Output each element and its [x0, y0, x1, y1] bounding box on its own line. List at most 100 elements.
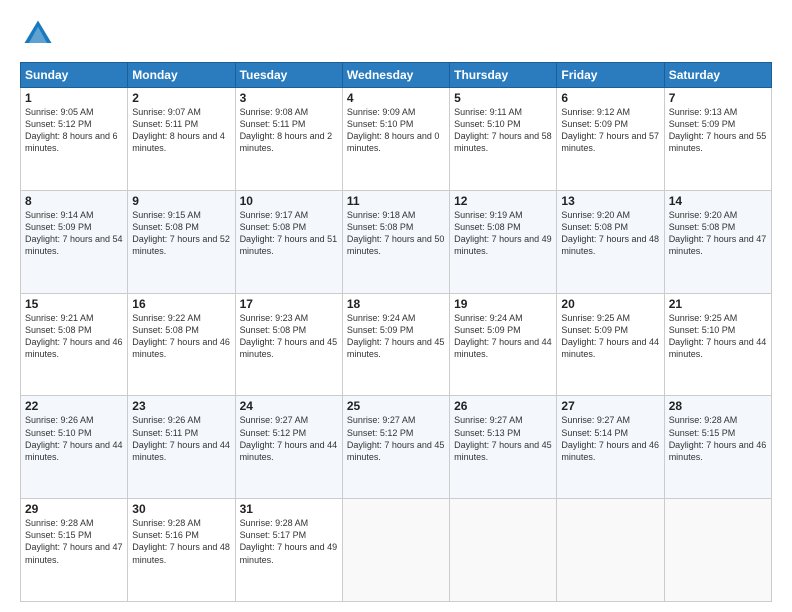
calendar-cell: 25Sunrise: 9:27 AMSunset: 5:12 PMDayligh… — [342, 396, 449, 499]
cell-info: Sunrise: 9:09 AMSunset: 5:10 PMDaylight:… — [347, 106, 445, 155]
day-number: 12 — [454, 194, 552, 208]
calendar-cell: 26Sunrise: 9:27 AMSunset: 5:13 PMDayligh… — [450, 396, 557, 499]
day-number: 25 — [347, 399, 445, 413]
calendar-cell — [450, 499, 557, 602]
calendar-cell: 11Sunrise: 9:18 AMSunset: 5:08 PMDayligh… — [342, 190, 449, 293]
calendar-cell: 9Sunrise: 9:15 AMSunset: 5:08 PMDaylight… — [128, 190, 235, 293]
cell-info: Sunrise: 9:20 AMSunset: 5:08 PMDaylight:… — [561, 209, 659, 258]
day-number: 19 — [454, 297, 552, 311]
day-number: 5 — [454, 91, 552, 105]
day-number: 26 — [454, 399, 552, 413]
day-number: 29 — [25, 502, 123, 516]
day-number: 4 — [347, 91, 445, 105]
day-number: 28 — [669, 399, 767, 413]
cell-info: Sunrise: 9:27 AMSunset: 5:13 PMDaylight:… — [454, 414, 552, 463]
cell-info: Sunrise: 9:05 AMSunset: 5:12 PMDaylight:… — [25, 106, 123, 155]
day-number: 21 — [669, 297, 767, 311]
cell-info: Sunrise: 9:17 AMSunset: 5:08 PMDaylight:… — [240, 209, 338, 258]
cell-info: Sunrise: 9:13 AMSunset: 5:09 PMDaylight:… — [669, 106, 767, 155]
cell-info: Sunrise: 9:24 AMSunset: 5:09 PMDaylight:… — [454, 312, 552, 361]
cell-info: Sunrise: 9:26 AMSunset: 5:11 PMDaylight:… — [132, 414, 230, 463]
cell-info: Sunrise: 9:21 AMSunset: 5:08 PMDaylight:… — [25, 312, 123, 361]
cell-info: Sunrise: 9:27 AMSunset: 5:14 PMDaylight:… — [561, 414, 659, 463]
day-number: 30 — [132, 502, 230, 516]
cell-info: Sunrise: 9:08 AMSunset: 5:11 PMDaylight:… — [240, 106, 338, 155]
calendar-cell: 29Sunrise: 9:28 AMSunset: 5:15 PMDayligh… — [21, 499, 128, 602]
page: SundayMondayTuesdayWednesdayThursdayFrid… — [0, 0, 792, 612]
calendar-cell: 17Sunrise: 9:23 AMSunset: 5:08 PMDayligh… — [235, 293, 342, 396]
cell-info: Sunrise: 9:28 AMSunset: 5:15 PMDaylight:… — [25, 517, 123, 566]
day-number: 16 — [132, 297, 230, 311]
week-row-2: 8Sunrise: 9:14 AMSunset: 5:09 PMDaylight… — [21, 190, 772, 293]
cell-info: Sunrise: 9:07 AMSunset: 5:11 PMDaylight:… — [132, 106, 230, 155]
day-number: 8 — [25, 194, 123, 208]
cell-info: Sunrise: 9:28 AMSunset: 5:17 PMDaylight:… — [240, 517, 338, 566]
day-number: 23 — [132, 399, 230, 413]
calendar-cell: 7Sunrise: 9:13 AMSunset: 5:09 PMDaylight… — [664, 88, 771, 191]
calendar-header-row: SundayMondayTuesdayWednesdayThursdayFrid… — [21, 63, 772, 88]
col-header-monday: Monday — [128, 63, 235, 88]
calendar-cell: 27Sunrise: 9:27 AMSunset: 5:14 PMDayligh… — [557, 396, 664, 499]
day-number: 22 — [25, 399, 123, 413]
day-number: 14 — [669, 194, 767, 208]
cell-info: Sunrise: 9:19 AMSunset: 5:08 PMDaylight:… — [454, 209, 552, 258]
cell-info: Sunrise: 9:23 AMSunset: 5:08 PMDaylight:… — [240, 312, 338, 361]
cell-info: Sunrise: 9:15 AMSunset: 5:08 PMDaylight:… — [132, 209, 230, 258]
calendar-cell: 18Sunrise: 9:24 AMSunset: 5:09 PMDayligh… — [342, 293, 449, 396]
cell-info: Sunrise: 9:27 AMSunset: 5:12 PMDaylight:… — [347, 414, 445, 463]
cell-info: Sunrise: 9:12 AMSunset: 5:09 PMDaylight:… — [561, 106, 659, 155]
day-number: 11 — [347, 194, 445, 208]
calendar-table: SundayMondayTuesdayWednesdayThursdayFrid… — [20, 62, 772, 602]
cell-info: Sunrise: 9:11 AMSunset: 5:10 PMDaylight:… — [454, 106, 552, 155]
calendar-cell — [342, 499, 449, 602]
logo-icon — [20, 16, 56, 52]
logo — [20, 16, 60, 52]
cell-info: Sunrise: 9:18 AMSunset: 5:08 PMDaylight:… — [347, 209, 445, 258]
calendar-cell — [664, 499, 771, 602]
day-number: 2 — [132, 91, 230, 105]
calendar-cell: 10Sunrise: 9:17 AMSunset: 5:08 PMDayligh… — [235, 190, 342, 293]
day-number: 6 — [561, 91, 659, 105]
header — [20, 16, 772, 52]
calendar-cell: 21Sunrise: 9:25 AMSunset: 5:10 PMDayligh… — [664, 293, 771, 396]
cell-info: Sunrise: 9:22 AMSunset: 5:08 PMDaylight:… — [132, 312, 230, 361]
cell-info: Sunrise: 9:20 AMSunset: 5:08 PMDaylight:… — [669, 209, 767, 258]
cell-info: Sunrise: 9:27 AMSunset: 5:12 PMDaylight:… — [240, 414, 338, 463]
calendar-cell: 3Sunrise: 9:08 AMSunset: 5:11 PMDaylight… — [235, 88, 342, 191]
calendar-cell: 12Sunrise: 9:19 AMSunset: 5:08 PMDayligh… — [450, 190, 557, 293]
calendar-cell: 8Sunrise: 9:14 AMSunset: 5:09 PMDaylight… — [21, 190, 128, 293]
col-header-friday: Friday — [557, 63, 664, 88]
calendar-cell — [557, 499, 664, 602]
col-header-thursday: Thursday — [450, 63, 557, 88]
calendar-cell: 30Sunrise: 9:28 AMSunset: 5:16 PMDayligh… — [128, 499, 235, 602]
col-header-sunday: Sunday — [21, 63, 128, 88]
calendar-cell: 2Sunrise: 9:07 AMSunset: 5:11 PMDaylight… — [128, 88, 235, 191]
col-header-saturday: Saturday — [664, 63, 771, 88]
col-header-wednesday: Wednesday — [342, 63, 449, 88]
day-number: 31 — [240, 502, 338, 516]
calendar-cell: 4Sunrise: 9:09 AMSunset: 5:10 PMDaylight… — [342, 88, 449, 191]
week-row-3: 15Sunrise: 9:21 AMSunset: 5:08 PMDayligh… — [21, 293, 772, 396]
week-row-1: 1Sunrise: 9:05 AMSunset: 5:12 PMDaylight… — [21, 88, 772, 191]
col-header-tuesday: Tuesday — [235, 63, 342, 88]
day-number: 10 — [240, 194, 338, 208]
calendar-cell: 19Sunrise: 9:24 AMSunset: 5:09 PMDayligh… — [450, 293, 557, 396]
day-number: 9 — [132, 194, 230, 208]
day-number: 17 — [240, 297, 338, 311]
day-number: 18 — [347, 297, 445, 311]
day-number: 24 — [240, 399, 338, 413]
calendar-cell: 1Sunrise: 9:05 AMSunset: 5:12 PMDaylight… — [21, 88, 128, 191]
calendar-cell: 28Sunrise: 9:28 AMSunset: 5:15 PMDayligh… — [664, 396, 771, 499]
calendar-cell: 16Sunrise: 9:22 AMSunset: 5:08 PMDayligh… — [128, 293, 235, 396]
cell-info: Sunrise: 9:28 AMSunset: 5:16 PMDaylight:… — [132, 517, 230, 566]
day-number: 7 — [669, 91, 767, 105]
calendar-cell: 23Sunrise: 9:26 AMSunset: 5:11 PMDayligh… — [128, 396, 235, 499]
cell-info: Sunrise: 9:25 AMSunset: 5:09 PMDaylight:… — [561, 312, 659, 361]
day-number: 15 — [25, 297, 123, 311]
cell-info: Sunrise: 9:24 AMSunset: 5:09 PMDaylight:… — [347, 312, 445, 361]
day-number: 3 — [240, 91, 338, 105]
cell-info: Sunrise: 9:14 AMSunset: 5:09 PMDaylight:… — [25, 209, 123, 258]
calendar-cell: 14Sunrise: 9:20 AMSunset: 5:08 PMDayligh… — [664, 190, 771, 293]
calendar-cell: 22Sunrise: 9:26 AMSunset: 5:10 PMDayligh… — [21, 396, 128, 499]
cell-info: Sunrise: 9:25 AMSunset: 5:10 PMDaylight:… — [669, 312, 767, 361]
